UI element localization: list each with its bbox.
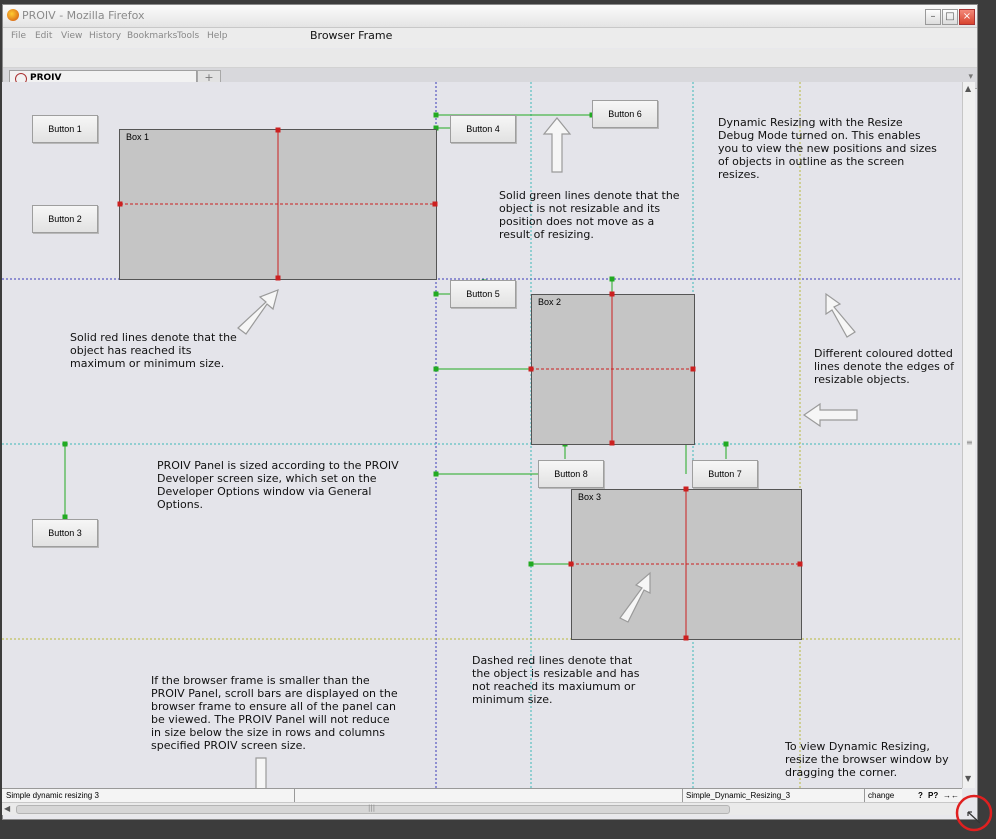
status-left-text: Simple dynamic resizing 3: [6, 791, 99, 800]
note-resize-corner: To view Dynamic Resizing, resize the bro…: [785, 740, 949, 779]
status-divider: [864, 789, 865, 803]
box-2: Box 2: [531, 294, 695, 445]
button-7[interactable]: Button 7: [692, 460, 758, 488]
horizontal-scrollbar[interactable]: ◀ |||: [2, 802, 962, 815]
box-3-label: Box 3: [578, 492, 602, 502]
menu-edit[interactable]: Edit: [35, 31, 52, 41]
note-green-lines: Solid green lines denote that the object…: [499, 189, 680, 241]
note-dynamic-resizing: Dynamic Resizing with the Resize Debug M…: [718, 116, 937, 181]
button-2[interactable]: Button 2: [32, 205, 98, 233]
button-4[interactable]: Button 4: [450, 115, 516, 143]
note-dotted-lines: Different coloured dotted lines denote t…: [814, 347, 954, 386]
navigation-toolbar: [3, 49, 977, 68]
button-5[interactable]: Button 5: [450, 280, 516, 308]
box-2-label: Box 2: [538, 297, 562, 307]
window-title: PROIV - Mozilla Firefox: [22, 9, 145, 22]
box-3: Box 3: [571, 489, 802, 640]
note-red-solid-lines: Solid red lines denote that the object h…: [70, 331, 237, 370]
box-1-label: Box 1: [126, 132, 150, 142]
vertical-scrollbar[interactable]: ▲ ≡ ▼: [962, 82, 975, 788]
menu-view[interactable]: View: [61, 31, 82, 41]
box-1: Box 1: [119, 129, 437, 280]
note-dashed-lines: Dashed red lines denote that the object …: [472, 654, 640, 706]
scroll-grip-icon: ≡: [966, 438, 973, 447]
button-1[interactable]: Button 1: [32, 115, 98, 143]
status-p-button[interactable]: P?: [928, 791, 938, 800]
scroll-grip-icon-h: |||: [368, 804, 376, 812]
button-3[interactable]: Button 3: [32, 519, 98, 547]
scroll-left-icon[interactable]: ◀: [4, 804, 10, 813]
status-divider: [294, 789, 295, 803]
menu-file[interactable]: File: [11, 31, 26, 41]
menu-bookmarks[interactable]: Bookmarks: [127, 31, 177, 41]
minimize-icon[interactable]: –: [925, 9, 941, 25]
note-scroll-bars: If the browser frame is smaller than the…: [151, 674, 398, 752]
resize-corner-highlight[interactable]: [954, 792, 994, 832]
status-divider: [682, 789, 683, 803]
menu-bar: File Edit View History Bookmarks Tools H…: [3, 28, 977, 48]
menu-help[interactable]: Help: [207, 31, 228, 41]
close-icon[interactable]: ×: [959, 9, 975, 25]
button-8[interactable]: Button 8: [538, 460, 604, 488]
menu-tools[interactable]: Tools: [177, 31, 199, 41]
status-screen-name: Simple_Dynamic_Resizing_3: [686, 791, 791, 800]
note-panel-size: PROIV Panel is sized according to the PR…: [157, 459, 399, 511]
tab-list-icon[interactable]: ▾: [968, 72, 973, 82]
scroll-down-icon[interactable]: ▼: [965, 774, 971, 783]
browser-frame-label: Browser Frame: [310, 29, 393, 42]
proiv-status-bar: Simple dynamic resizing 3 Simple_Dynamic…: [2, 788, 962, 803]
scroll-up-icon[interactable]: ▲: [965, 84, 971, 93]
proiv-panel: Box 1 Box 2 Box 3 Button 1 Button 2 Butt…: [2, 82, 962, 788]
menu-history[interactable]: History: [89, 31, 121, 41]
maximize-icon[interactable]: □: [942, 9, 958, 25]
status-mode: change: [868, 791, 895, 800]
firefox-icon: [7, 9, 19, 21]
status-help-button[interactable]: ?: [918, 791, 923, 800]
button-6[interactable]: Button 6: [592, 100, 658, 128]
title-bar[interactable]: PROIV - Mozilla Firefox – □ ×: [3, 5, 977, 28]
